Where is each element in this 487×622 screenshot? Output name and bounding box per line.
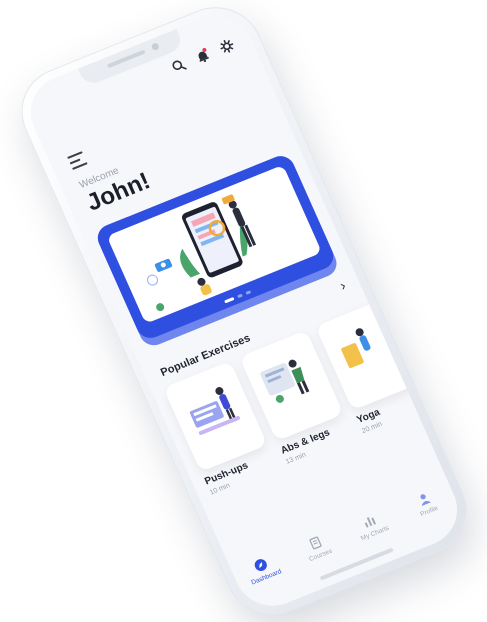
camera: [150, 42, 160, 52]
pushups-illustration: [189, 387, 241, 435]
nav-item-my-charts[interactable]: My Charts: [344, 505, 400, 546]
nav-item-profile[interactable]: Profile: [398, 483, 454, 524]
bar-chart-icon: [364, 517, 377, 528]
stage: Welcome John! › Popular Exercises Push-u…: [0, 0, 487, 622]
user-icon: [420, 494, 431, 507]
phone-mockup: Welcome John! › Popular Exercises Push-u…: [6, 0, 482, 622]
compass-icon: [254, 559, 268, 571]
gear-icon[interactable]: [218, 37, 237, 55]
chevron-right-icon[interactable]: ›: [337, 277, 348, 293]
search-icon[interactable]: [169, 57, 188, 75]
nav-item-courses[interactable]: Courses: [289, 527, 345, 568]
app-screen: Welcome John! › Popular Exercises Push-u…: [18, 4, 470, 618]
bell-icon[interactable]: [193, 47, 212, 65]
nav-item-dashboard[interactable]: Dashboard: [235, 549, 291, 590]
abs-legs-illustration: [260, 359, 310, 403]
book-icon: [309, 536, 322, 550]
menu-icon[interactable]: [67, 151, 89, 173]
